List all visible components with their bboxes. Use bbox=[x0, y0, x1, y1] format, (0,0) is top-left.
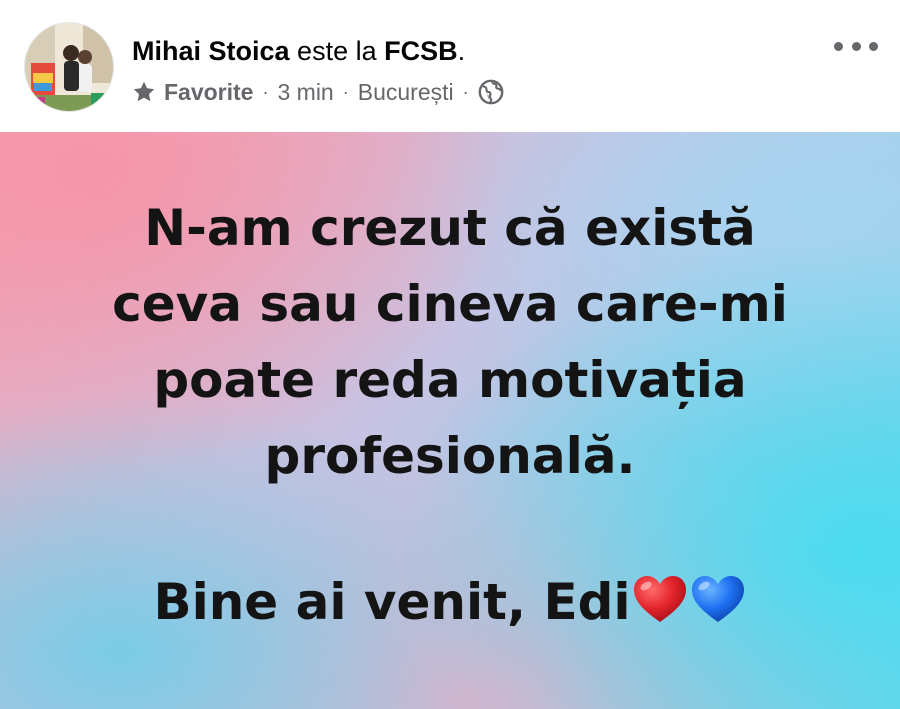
separator: · bbox=[342, 82, 349, 102]
check-in-place[interactable]: FCSB bbox=[384, 36, 458, 66]
star-icon bbox=[133, 81, 155, 102]
status-line: poate reda motivația bbox=[153, 351, 747, 409]
status-line: profesională. bbox=[264, 427, 636, 485]
post-location[interactable]: București bbox=[358, 80, 454, 104]
author-name[interactable]: Mihai Stoica bbox=[132, 36, 290, 66]
globe-icon[interactable] bbox=[478, 79, 504, 105]
status-closing-line: Bine ai venit, Edi bbox=[0, 564, 900, 640]
check-in-text: este la bbox=[297, 36, 377, 66]
separator: · bbox=[262, 82, 269, 102]
audience-label[interactable]: Favorite bbox=[164, 80, 253, 104]
status-text: N-am crezut că există ceva sau cineva ca… bbox=[0, 190, 900, 494]
post-meta: Favorite · 3 min · București · bbox=[132, 79, 504, 105]
separator: · bbox=[462, 82, 469, 102]
more-options-icon[interactable] bbox=[834, 34, 878, 58]
post-author-line: Mihai Stoica este la FCSB. bbox=[132, 38, 465, 65]
blue-heart-icon bbox=[691, 576, 744, 622]
place-suffix: . bbox=[457, 36, 466, 66]
more-dot bbox=[851, 41, 861, 51]
more-dot bbox=[869, 41, 878, 51]
red-heart-icon bbox=[633, 576, 686, 622]
avatar-photo bbox=[25, 23, 113, 111]
post-header: Mihai Stoica este la FCSB. Favorite · 3 … bbox=[0, 0, 900, 132]
avatar[interactable] bbox=[24, 22, 114, 112]
status-line: N-am crezut că există bbox=[144, 199, 756, 257]
more-dot bbox=[834, 41, 843, 51]
post-time[interactable]: 3 min bbox=[277, 80, 333, 104]
closing-text: Bine ai venit, Edi bbox=[153, 573, 631, 631]
status-line: ceva sau cineva care-mi bbox=[112, 275, 788, 333]
facebook-post: Mihai Stoica este la FCSB. Favorite · 3 … bbox=[0, 0, 900, 709]
status-background-card: N-am crezut că există ceva sau cineva ca… bbox=[0, 132, 900, 709]
